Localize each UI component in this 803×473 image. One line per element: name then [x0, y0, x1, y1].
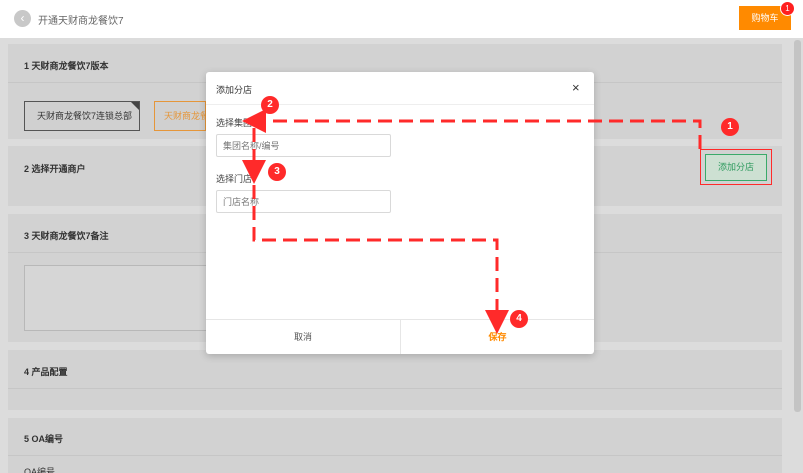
section-divider: [8, 455, 782, 456]
oa-number-label: OA编号: [24, 467, 56, 473]
section-divider: [8, 388, 782, 389]
step-marker-4: 4: [510, 310, 528, 328]
store-search-input[interactable]: [216, 190, 391, 213]
version-tag-other[interactable]: 天财商龙餐: [154, 101, 206, 131]
section-product-config-title: 4 产品配置: [24, 367, 68, 377]
selected-corner-icon: [131, 102, 139, 110]
top-bar: ‹ 开通天财商龙餐饮7 购物车 1: [0, 0, 803, 38]
store-label: 选择门店: [216, 174, 253, 184]
group-search-input[interactable]: [216, 134, 391, 157]
section-oa-title: 5 OA编号: [24, 434, 64, 444]
step-marker-1: 1: [721, 118, 739, 136]
section-version-title: 1 天财商龙餐饮7版本: [24, 61, 109, 71]
version-tag-chain-hq[interactable]: 天财商龙餐饮7连锁总部: [24, 101, 140, 131]
section-product-config: [8, 350, 782, 410]
cancel-button[interactable]: 取消: [206, 320, 400, 354]
page-title: 开通天财商龙餐饮7: [38, 16, 124, 27]
save-button[interactable]: 保存: [401, 320, 594, 354]
section-oa: [8, 418, 782, 473]
version-tag-label: 天财商龙餐饮7连锁总部: [37, 111, 133, 121]
scrollbar[interactable]: [794, 40, 801, 412]
modal-title: 添加分店: [216, 85, 253, 95]
version-tag-label: 天财商龙餐: [164, 111, 206, 121]
group-label: 选择集团: [216, 118, 253, 128]
cart-count-badge: 1: [780, 1, 795, 16]
highlight-box: [700, 149, 772, 185]
close-icon[interactable]: ×: [572, 80, 580, 95]
step-marker-3: 3: [268, 163, 286, 181]
add-branch-modal: 添加分店 × 选择集团 选择门店 取消 保存: [206, 72, 594, 354]
section-remark-title: 3 天财商龙餐饮7备注: [24, 231, 109, 241]
section-merchant-title: 2 选择开通商户: [24, 164, 86, 174]
step-marker-2: 2: [261, 96, 279, 114]
back-icon[interactable]: ‹: [14, 10, 31, 27]
